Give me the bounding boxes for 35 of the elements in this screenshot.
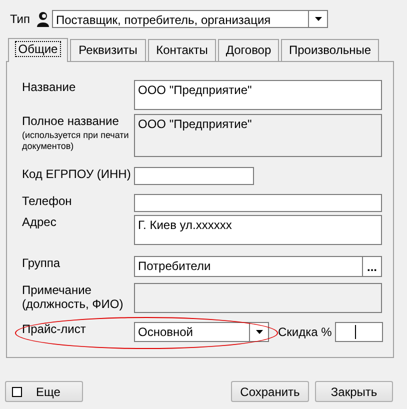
group-field[interactable]: Потребители ... <box>134 256 382 277</box>
checkbox[interactable] <box>12 386 22 396</box>
discount-label: Скидка % <box>278 325 332 339</box>
price-list-dropdown[interactable]: Основной <box>134 322 269 342</box>
save-button[interactable]: Сохранить <box>231 381 309 402</box>
type-label: Тип <box>10 12 32 26</box>
person-icon <box>36 11 50 27</box>
price-list-value: Основной <box>137 324 194 341</box>
text-field[interactable] <box>134 167 254 185</box>
field-label: Примечание (должность, ФИО) <box>22 283 124 313</box>
dropdown-arrow-icon <box>256 330 262 334</box>
close-button[interactable]: Закрыть <box>315 381 393 402</box>
tab[interactable]: Реквизиты <box>70 39 146 61</box>
tab[interactable]: Общие <box>8 38 68 62</box>
tab[interactable]: Контакты <box>148 39 216 61</box>
field-label: Телефон <box>22 194 73 210</box>
field-label: Адрес <box>22 215 58 231</box>
more-button[interactable]: Еще <box>5 381 83 402</box>
discount-field[interactable] <box>334 322 383 342</box>
type-value: Поставщик, потребитель, организация <box>55 12 272 27</box>
field-note: (используется при печати документов) <box>22 130 130 152</box>
field-label: Прайс-лист <box>22 322 87 338</box>
tab[interactable]: Произвольные <box>281 39 379 61</box>
group-value: Потребители <box>137 258 212 275</box>
browse-button[interactable]: ... <box>362 257 381 276</box>
field-label: Полное название <box>22 114 120 128</box>
text-field[interactable]: Г. Киев ул.хххххх <box>134 215 382 245</box>
text-field[interactable]: ООО "Предприятие" <box>134 80 382 110</box>
tab[interactable]: Договор <box>218 39 279 61</box>
text-field[interactable] <box>134 194 382 212</box>
field-label: Название <box>22 80 77 96</box>
dropdown-arrow-icon <box>314 17 322 21</box>
type-dropdown[interactable]: Поставщик, потребитель, организация <box>52 10 328 28</box>
field-label: Код ЕГРПОУ (ИНН) <box>22 167 132 183</box>
field-label: Группа <box>22 256 62 272</box>
